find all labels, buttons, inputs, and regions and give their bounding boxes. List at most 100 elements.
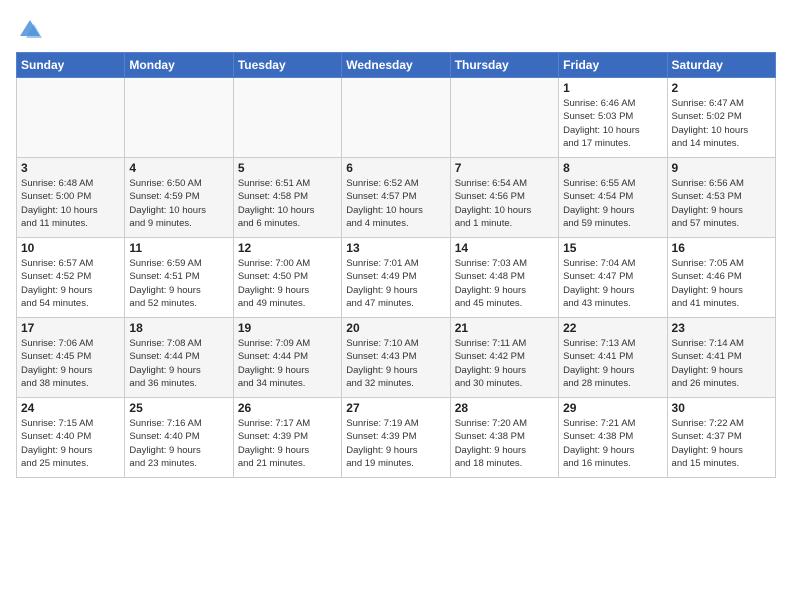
cell-info: Sunrise: 7:00 AM Sunset: 4:50 PM Dayligh… xyxy=(238,257,337,310)
cell-info: Sunrise: 7:17 AM Sunset: 4:39 PM Dayligh… xyxy=(238,417,337,470)
calendar-cell: 29 Sunrise: 7:21 AM Sunset: 4:38 PM Dayli… xyxy=(559,398,667,478)
cell-info: Sunrise: 6:47 AM Sunset: 5:02 PM Dayligh… xyxy=(672,97,771,150)
day-number: 8 xyxy=(563,161,662,175)
calendar-cell: 5 Sunrise: 6:51 AM Sunset: 4:58 PM Daylig… xyxy=(233,158,341,238)
cell-info: Sunrise: 6:55 AM Sunset: 4:54 PM Dayligh… xyxy=(563,177,662,230)
calendar-cell: 27 Sunrise: 7:19 AM Sunset: 4:39 PM Dayli… xyxy=(342,398,450,478)
day-number: 5 xyxy=(238,161,337,175)
calendar-cell: 28 Sunrise: 7:20 AM Sunset: 4:38 PM Dayli… xyxy=(450,398,558,478)
calendar-cell: 12 Sunrise: 7:00 AM Sunset: 4:50 PM Dayli… xyxy=(233,238,341,318)
header-sunday: Sunday xyxy=(17,53,125,78)
week-row-2: 3 Sunrise: 6:48 AM Sunset: 5:00 PM Daylig… xyxy=(17,158,776,238)
calendar-cell: 22 Sunrise: 7:13 AM Sunset: 4:41 PM Dayli… xyxy=(559,318,667,398)
cell-info: Sunrise: 7:22 AM Sunset: 4:37 PM Dayligh… xyxy=(672,417,771,470)
calendar-cell: 9 Sunrise: 6:56 AM Sunset: 4:53 PM Daylig… xyxy=(667,158,775,238)
week-row-1: 1 Sunrise: 6:46 AM Sunset: 5:03 PM Daylig… xyxy=(17,78,776,158)
cell-info: Sunrise: 7:09 AM Sunset: 4:44 PM Dayligh… xyxy=(238,337,337,390)
day-number: 3 xyxy=(21,161,120,175)
day-number: 24 xyxy=(21,401,120,415)
page: SundayMondayTuesdayWednesdayThursdayFrid… xyxy=(0,0,792,612)
day-number: 1 xyxy=(563,81,662,95)
day-number: 16 xyxy=(672,241,771,255)
calendar-cell: 26 Sunrise: 7:17 AM Sunset: 4:39 PM Dayli… xyxy=(233,398,341,478)
cell-info: Sunrise: 7:21 AM Sunset: 4:38 PM Dayligh… xyxy=(563,417,662,470)
calendar-cell: 24 Sunrise: 7:15 AM Sunset: 4:40 PM Dayli… xyxy=(17,398,125,478)
cell-info: Sunrise: 6:51 AM Sunset: 4:58 PM Dayligh… xyxy=(238,177,337,230)
day-number: 23 xyxy=(672,321,771,335)
cell-info: Sunrise: 7:01 AM Sunset: 4:49 PM Dayligh… xyxy=(346,257,445,310)
header-thursday: Thursday xyxy=(450,53,558,78)
day-number: 21 xyxy=(455,321,554,335)
cell-info: Sunrise: 6:46 AM Sunset: 5:03 PM Dayligh… xyxy=(563,97,662,150)
cell-info: Sunrise: 6:56 AM Sunset: 4:53 PM Dayligh… xyxy=(672,177,771,230)
week-row-3: 10 Sunrise: 6:57 AM Sunset: 4:52 PM Dayli… xyxy=(17,238,776,318)
calendar-cell: 7Sunrise: 6:54 AM Sunset: 4:56 PM Daylig… xyxy=(450,158,558,238)
header-friday: Friday xyxy=(559,53,667,78)
calendar-cell: 10 Sunrise: 6:57 AM Sunset: 4:52 PM Dayli… xyxy=(17,238,125,318)
day-number: 25 xyxy=(129,401,228,415)
calendar-cell: 21 Sunrise: 7:11 AM Sunset: 4:42 PM Dayli… xyxy=(450,318,558,398)
cell-info: Sunrise: 7:20 AM Sunset: 4:38 PM Dayligh… xyxy=(455,417,554,470)
day-number: 26 xyxy=(238,401,337,415)
cell-info: Sunrise: 6:52 AM Sunset: 4:57 PM Dayligh… xyxy=(346,177,445,230)
header-wednesday: Wednesday xyxy=(342,53,450,78)
calendar-cell: 11 Sunrise: 6:59 AM Sunset: 4:51 PM Dayli… xyxy=(125,238,233,318)
calendar-cell: 2 Sunrise: 6:47 AM Sunset: 5:02 PM Daylig… xyxy=(667,78,775,158)
cell-info: Sunrise: 6:48 AM Sunset: 5:00 PM Dayligh… xyxy=(21,177,120,230)
cell-info: Sunrise: 7:08 AM Sunset: 4:44 PM Dayligh… xyxy=(129,337,228,390)
day-number: 11 xyxy=(129,241,228,255)
day-number: 15 xyxy=(563,241,662,255)
day-number: 2 xyxy=(672,81,771,95)
cell-info: Sunrise: 7:06 AM Sunset: 4:45 PM Dayligh… xyxy=(21,337,120,390)
week-row-5: 24 Sunrise: 7:15 AM Sunset: 4:40 PM Dayli… xyxy=(17,398,776,478)
calendar-cell: 13 Sunrise: 7:01 AM Sunset: 4:49 PM Dayli… xyxy=(342,238,450,318)
calendar-cell xyxy=(17,78,125,158)
cell-info: Sunrise: 7:19 AM Sunset: 4:39 PM Dayligh… xyxy=(346,417,445,470)
day-number: 14 xyxy=(455,241,554,255)
day-number: 4 xyxy=(129,161,228,175)
cell-info: Sunrise: 6:54 AM Sunset: 4:56 PM Dayligh… xyxy=(455,177,554,230)
day-number: 27 xyxy=(346,401,445,415)
day-number: 6 xyxy=(346,161,445,175)
day-number: 20 xyxy=(346,321,445,335)
cell-info: Sunrise: 7:13 AM Sunset: 4:41 PM Dayligh… xyxy=(563,337,662,390)
day-number: 9 xyxy=(672,161,771,175)
header xyxy=(16,16,776,44)
calendar-cell: 6 Sunrise: 6:52 AM Sunset: 4:57 PM Daylig… xyxy=(342,158,450,238)
day-number: 29 xyxy=(563,401,662,415)
cell-info: Sunrise: 7:10 AM Sunset: 4:43 PM Dayligh… xyxy=(346,337,445,390)
day-number: 10 xyxy=(21,241,120,255)
calendar-cell xyxy=(342,78,450,158)
header-saturday: Saturday xyxy=(667,53,775,78)
calendar-cell: 17 Sunrise: 7:06 AM Sunset: 4:45 PM Dayli… xyxy=(17,318,125,398)
cell-info: Sunrise: 7:15 AM Sunset: 4:40 PM Dayligh… xyxy=(21,417,120,470)
day-number: 18 xyxy=(129,321,228,335)
cell-info: Sunrise: 7:04 AM Sunset: 4:47 PM Dayligh… xyxy=(563,257,662,310)
calendar: SundayMondayTuesdayWednesdayThursdayFrid… xyxy=(16,52,776,478)
day-number: 28 xyxy=(455,401,554,415)
cell-info: Sunrise: 6:59 AM Sunset: 4:51 PM Dayligh… xyxy=(129,257,228,310)
cell-info: Sunrise: 7:16 AM Sunset: 4:40 PM Dayligh… xyxy=(129,417,228,470)
day-number: 17 xyxy=(21,321,120,335)
week-row-4: 17 Sunrise: 7:06 AM Sunset: 4:45 PM Dayli… xyxy=(17,318,776,398)
day-number: 12 xyxy=(238,241,337,255)
calendar-cell: 19 Sunrise: 7:09 AM Sunset: 4:44 PM Dayli… xyxy=(233,318,341,398)
day-number: 22 xyxy=(563,321,662,335)
cell-info: Sunrise: 7:05 AM Sunset: 4:46 PM Dayligh… xyxy=(672,257,771,310)
calendar-cell: 18 Sunrise: 7:08 AM Sunset: 4:44 PM Dayli… xyxy=(125,318,233,398)
calendar-cell: 1 Sunrise: 6:46 AM Sunset: 5:03 PM Daylig… xyxy=(559,78,667,158)
day-number: 13 xyxy=(346,241,445,255)
cell-info: Sunrise: 6:50 AM Sunset: 4:59 PM Dayligh… xyxy=(129,177,228,230)
calendar-cell xyxy=(450,78,558,158)
calendar-cell: 16 Sunrise: 7:05 AM Sunset: 4:46 PM Dayli… xyxy=(667,238,775,318)
calendar-cell: 14 Sunrise: 7:03 AM Sunset: 4:48 PM Dayli… xyxy=(450,238,558,318)
header-tuesday: Tuesday xyxy=(233,53,341,78)
calendar-cell xyxy=(125,78,233,158)
calendar-cell: 30Sunrise: 7:22 AM Sunset: 4:37 PM Dayli… xyxy=(667,398,775,478)
day-number: 19 xyxy=(238,321,337,335)
cell-info: Sunrise: 7:11 AM Sunset: 4:42 PM Dayligh… xyxy=(455,337,554,390)
cell-info: Sunrise: 7:03 AM Sunset: 4:48 PM Dayligh… xyxy=(455,257,554,310)
logo xyxy=(16,16,46,44)
calendar-cell: 4 Sunrise: 6:50 AM Sunset: 4:59 PM Daylig… xyxy=(125,158,233,238)
cell-info: Sunrise: 6:57 AM Sunset: 4:52 PM Dayligh… xyxy=(21,257,120,310)
